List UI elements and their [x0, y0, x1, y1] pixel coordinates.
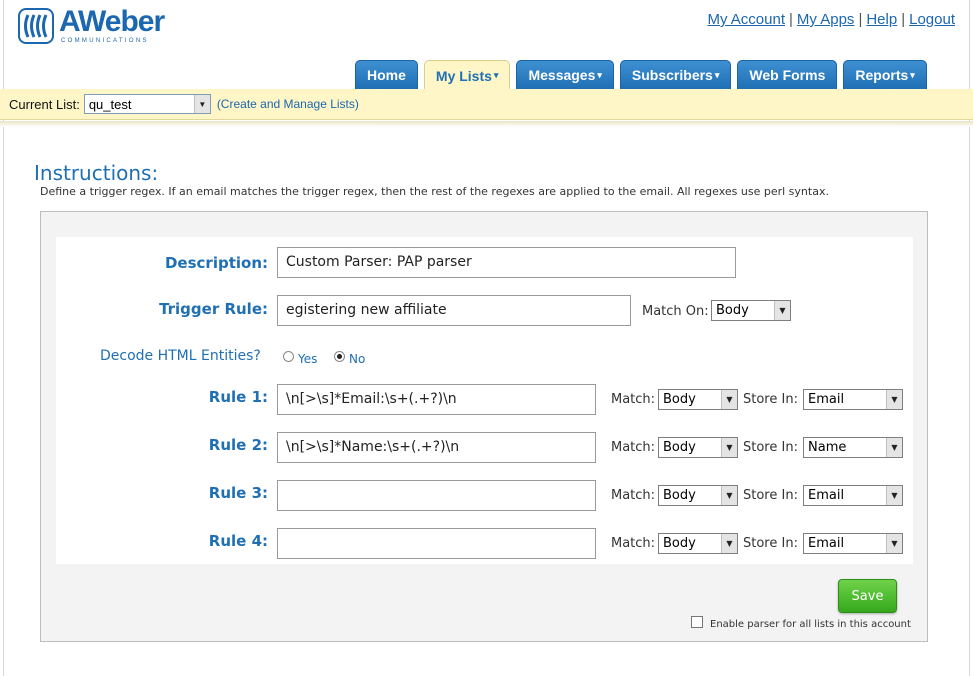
rule-4-store-value: Email: [808, 536, 845, 551]
rule-1-store-value: Email: [808, 392, 845, 407]
rule-3-label: Rule 3:: [208, 484, 268, 502]
logo-subtitle: COMMUNICATIONS: [61, 38, 149, 44]
logo-name: AWeber: [59, 5, 165, 38]
rule-1-match-select[interactable]: Body ▼: [658, 389, 738, 410]
tab-label: Web Forms: [749, 67, 826, 83]
dropdown-arrow-icon[interactable]: ▼: [886, 486, 902, 505]
my-apps-link[interactable]: My Apps: [797, 11, 855, 28]
chevron-down-icon: ▾: [910, 69, 915, 80]
dropdown-arrow-icon[interactable]: ▼: [886, 390, 902, 409]
rule-2-input[interactable]: \n[>\s]*Name:\s+(.+?)\n: [277, 432, 596, 463]
current-list-value: qu_test: [88, 96, 132, 112]
rule-3-match-select[interactable]: Body ▼: [658, 485, 738, 506]
chevron-down-icon: ▾: [597, 69, 602, 80]
dropdown-arrow-icon[interactable]: ▼: [721, 438, 737, 457]
rule-2-store-label: Store In:: [743, 440, 798, 455]
current-list-bar: Current List: qu_test ▼ (Create and Mana…: [0, 89, 973, 120]
dropdown-arrow-icon[interactable]: ▼: [721, 486, 737, 505]
aweber-logo[interactable]: AWeber COMMUNICATIONS: [17, 5, 165, 47]
rule-3-store-label: Store In:: [743, 488, 798, 503]
tab-subscribers[interactable]: Subscribers ▾: [619, 60, 732, 89]
match-on-value: Body: [716, 303, 749, 318]
decode-yes-label: Yes: [298, 352, 318, 366]
rule-3-input[interactable]: [277, 480, 596, 511]
instructions-title: Instructions:: [34, 161, 159, 185]
separator: |: [901, 11, 906, 28]
trigger-rule-input[interactable]: egistering new affiliate: [277, 295, 631, 326]
save-button[interactable]: Save: [838, 579, 897, 613]
tab-home[interactable]: Home: [355, 60, 418, 89]
chevron-down-icon: ▾: [493, 70, 499, 80]
dropdown-arrow-icon[interactable]: ▼: [774, 301, 790, 320]
rule-4-match-value: Body: [663, 536, 696, 551]
tab-label: Home: [367, 67, 406, 83]
rule-1-match-value: Body: [663, 392, 696, 407]
current-list-label: Current List:: [9, 96, 80, 112]
dropdown-arrow-icon[interactable]: ▼: [193, 95, 210, 113]
chevron-down-icon: ▾: [714, 69, 720, 80]
description-label: Description:: [164, 254, 268, 272]
parser-form-box: Description: Custom Parser: PAP parser T…: [40, 211, 928, 642]
dropdown-arrow-icon[interactable]: ▼: [886, 438, 902, 457]
help-link[interactable]: Help: [866, 11, 897, 28]
rule-1-input[interactable]: \n[>\s]*Email:\s+(.+?)\n: [277, 384, 596, 415]
aweber-logo-icon: [18, 8, 54, 44]
trigger-rule-label: Trigger Rule:: [159, 300, 268, 318]
rule-3-store-select[interactable]: Email ▼: [803, 485, 903, 506]
tab-label: Reports: [855, 67, 909, 83]
match-on-label: Match On:: [642, 304, 709, 319]
dropdown-arrow-icon[interactable]: ▼: [886, 534, 902, 553]
rule-2-match-value: Body: [663, 440, 696, 455]
top-links: My Account | My Apps | Help | Logout: [707, 11, 955, 28]
rule-1-store-label: Store In:: [743, 392, 798, 407]
current-list-select[interactable]: qu_test ▼: [83, 94, 211, 114]
rule-1-store-select[interactable]: Email ▼: [803, 389, 903, 410]
description-input[interactable]: Custom Parser: PAP parser: [277, 247, 736, 278]
decode-html-label: Decode HTML Entities?: [100, 348, 261, 364]
rule-4-match-label: Match:: [611, 536, 656, 551]
rule-1-label: Rule 1:: [208, 388, 268, 406]
rule-3-match-value: Body: [663, 488, 696, 503]
tab-reports[interactable]: Reports ▾: [843, 60, 927, 89]
main-nav-tabs: Home My Lists ▾ Messages ▾ Subscribers ▾ We…: [355, 60, 927, 90]
enable-all-lists-label: Enable parser for all lists in this acco…: [710, 619, 911, 630]
rule-2-store-select[interactable]: Name ▼: [803, 437, 903, 458]
rule-2-label: Rule 2:: [208, 436, 268, 454]
my-account-link[interactable]: My Account: [707, 11, 785, 28]
tab-label: Subscribers: [631, 67, 713, 83]
separator: |: [858, 11, 863, 28]
tab-web-forms[interactable]: Web Forms: [737, 60, 838, 89]
rule-2-match-label: Match:: [611, 440, 656, 455]
decode-no-label: No: [349, 352, 366, 366]
tab-my-lists[interactable]: My Lists ▾: [423, 60, 511, 90]
decode-yes-radio[interactable]: [283, 351, 294, 362]
rule-4-store-select[interactable]: Email ▼: [803, 533, 903, 554]
listbar-shadow: [0, 121, 973, 127]
rule-1-match-label: Match:: [611, 392, 656, 407]
logo-text: AWeber COMMUNICATIONS: [59, 5, 165, 45]
logout-link[interactable]: Logout: [909, 11, 955, 28]
rule-4-label: Rule 4:: [208, 532, 268, 550]
rule-2-store-value: Name: [808, 440, 847, 455]
tab-label: Messages: [528, 67, 596, 83]
rule-4-store-label: Store In:: [743, 536, 798, 551]
rule-3-store-value: Email: [808, 488, 845, 503]
rule-2-match-select[interactable]: Body ▼: [658, 437, 738, 458]
rule-3-match-label: Match:: [611, 488, 656, 503]
decode-no-radio[interactable]: [334, 351, 345, 362]
rule-4-match-select[interactable]: Body ▼: [658, 533, 738, 554]
dropdown-arrow-icon[interactable]: ▼: [721, 390, 737, 409]
parser-form-panel: Description: Custom Parser: PAP parser T…: [56, 237, 913, 564]
tab-messages[interactable]: Messages ▾: [516, 60, 614, 89]
tab-label: My Lists: [435, 67, 492, 84]
enable-all-lists-checkbox[interactable]: [691, 616, 703, 628]
create-manage-lists-link[interactable]: (Create and Manage Lists): [217, 97, 359, 111]
dropdown-arrow-icon[interactable]: ▼: [721, 534, 737, 553]
separator: |: [789, 11, 793, 28]
match-on-select[interactable]: Body ▼: [711, 300, 791, 321]
rule-4-input[interactable]: [277, 528, 596, 559]
instructions-text: Define a trigger regex. If an email matc…: [40, 185, 829, 198]
